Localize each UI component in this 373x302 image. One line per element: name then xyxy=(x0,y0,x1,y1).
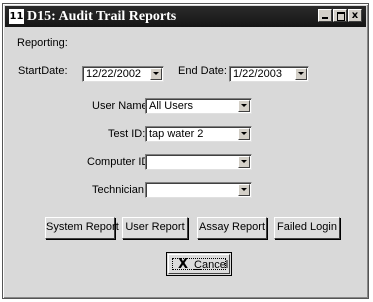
end-date-dropdown-icon[interactable] xyxy=(295,68,307,80)
cancel-x-icon: X xyxy=(178,257,189,272)
minimize-button[interactable] xyxy=(318,9,332,22)
end-date-picker[interactable]: 1/22/2003 xyxy=(229,66,309,82)
computer-id-label: Computer ID: xyxy=(87,156,153,168)
test-id-label: Test ID: xyxy=(108,128,146,140)
start-date-picker[interactable]: 12/22/2002 xyxy=(82,66,164,82)
technician-dropdown-icon[interactable] xyxy=(238,184,250,196)
start-date-label: StartDate: xyxy=(18,65,68,77)
cancel-button-label: Cancel xyxy=(194,259,229,271)
end-date-value: 1/22/2003 xyxy=(233,68,282,80)
technician-label: Technician: xyxy=(92,184,148,196)
app-icon: 11 xyxy=(9,9,24,24)
test-id-dropdown-icon[interactable] xyxy=(238,128,250,140)
reporting-label: Reporting: xyxy=(17,37,68,49)
maximize-button[interactable] xyxy=(333,9,347,22)
minimize-icon xyxy=(322,17,328,19)
user-name-select[interactable]: All Users xyxy=(145,98,252,114)
assay-report-button[interactable]: Assay Report xyxy=(197,217,267,239)
user-name-label: User Name: xyxy=(92,100,151,112)
computer-id-dropdown-icon[interactable] xyxy=(238,156,250,168)
start-date-dropdown-icon[interactable] xyxy=(150,68,162,80)
user-name-dropdown-icon[interactable] xyxy=(238,100,250,112)
window-title: D15: Audit Trail Reports xyxy=(27,9,177,24)
test-id-value: tap water 2 xyxy=(149,128,204,140)
technician-select[interactable] xyxy=(145,182,252,198)
end-date-label: End Date: xyxy=(178,65,227,77)
title-bar[interactable]: 11 D15: Audit Trail Reports x xyxy=(5,6,366,27)
close-icon: x xyxy=(351,10,359,21)
test-id-select[interactable]: tap water 2 xyxy=(145,126,252,142)
audit-trail-window: 11 D15: Audit Trail Reports x Reporting:… xyxy=(2,3,369,299)
start-date-value: 12/22/2002 xyxy=(86,68,142,80)
maximize-icon xyxy=(337,12,345,21)
system-report-button[interactable]: System Report xyxy=(45,217,119,239)
failed-login-button[interactable]: Failed Login xyxy=(274,217,340,239)
cancel-button[interactable]: X Cancel xyxy=(166,252,232,276)
user-report-button[interactable]: User Report xyxy=(122,217,188,239)
computer-id-select[interactable] xyxy=(145,154,252,170)
close-button[interactable]: x xyxy=(348,9,362,22)
user-name-value: All Users xyxy=(149,100,194,112)
